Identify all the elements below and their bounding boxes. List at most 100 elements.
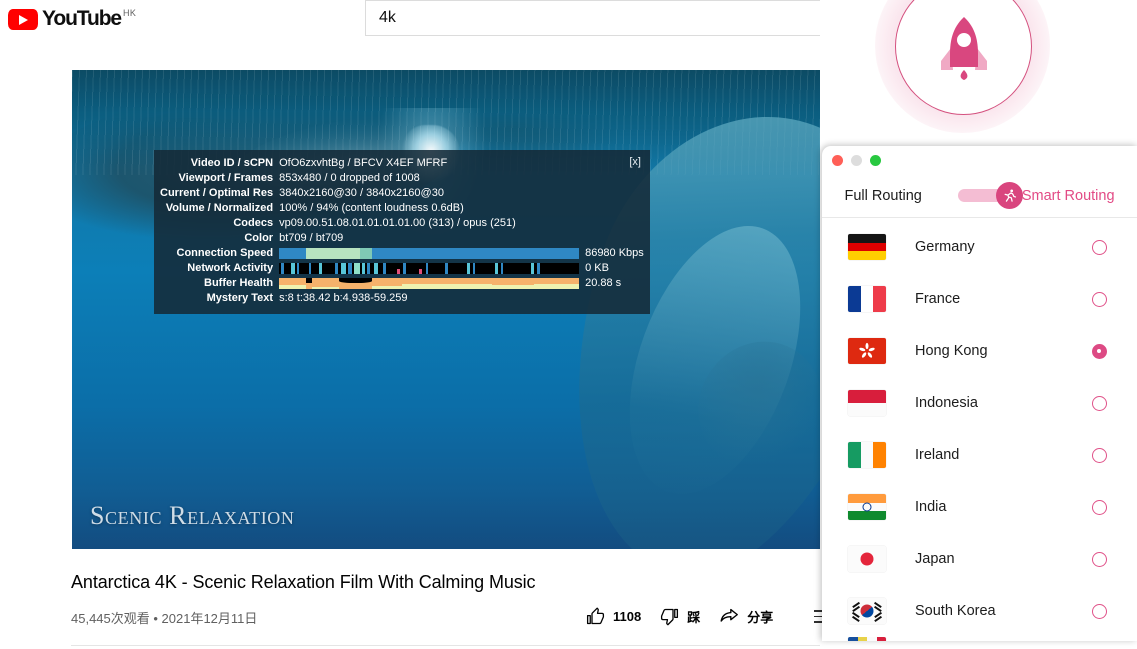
- stats-value: 853x480 / 0 dropped of 1008: [279, 171, 644, 186]
- routing-toggle[interactable]: [958, 189, 1014, 202]
- country-radio[interactable]: [1092, 552, 1107, 567]
- flag-india-icon: [848, 494, 886, 520]
- country-row-japan[interactable]: Japan: [822, 533, 1137, 585]
- stats-value: bt709 / bt709: [279, 231, 644, 246]
- flag-south-korea-icon: [848, 598, 886, 624]
- flag-hong-kong-icon: [848, 338, 886, 364]
- stats-row: Color bt709 / bt709: [160, 231, 644, 246]
- stats-row: Current / Optimal Res 3840x2160@30 / 384…: [160, 186, 644, 201]
- youtube-logo[interactable]: YouTube HK: [8, 8, 136, 32]
- flag-indonesia-icon: [848, 390, 886, 416]
- country-row-india[interactable]: India: [822, 481, 1137, 533]
- stats-label: Viewport / Frames: [160, 171, 279, 186]
- stats-row: Viewport / Frames 853x480 / 0 dropped of…: [160, 171, 644, 186]
- like-count: 1108: [613, 609, 641, 624]
- country-name: South Korea: [915, 603, 1092, 619]
- stats-value: 100% / 94% (content loudness 0.6dB): [279, 201, 644, 216]
- stats-graph-row: Buffer Health: [160, 276, 644, 291]
- dislike-button[interactable]: 踩: [659, 606, 700, 627]
- country-row-south-korea[interactable]: South Korea: [822, 585, 1137, 637]
- country-name: India: [915, 499, 1092, 515]
- vpn-app-window: Full Routing Smart Routing Germany: [822, 146, 1137, 641]
- country-name: Japan: [915, 551, 1092, 567]
- window-titlebar: [822, 146, 1137, 174]
- share-arrow-icon: [718, 605, 740, 627]
- share-button[interactable]: 分享: [718, 605, 773, 627]
- stats-label: Color: [160, 231, 279, 246]
- video-player[interactable]: Scenic Relaxation [x] Video ID / sCPN Of…: [72, 70, 820, 549]
- flag-japan-icon: [848, 546, 886, 572]
- buffer-health-value: 20.88 s: [585, 276, 621, 291]
- country-radio[interactable]: [1092, 396, 1107, 411]
- page-title: Antarctica 4K - Scenic Relaxation Film W…: [71, 572, 535, 593]
- buffer-health-label: Buffer Health: [160, 276, 279, 291]
- mystery-text-label: Mystery Text: [160, 291, 279, 306]
- youtube-logo-text: YouTube: [42, 8, 121, 30]
- network-activity-label: Network Activity: [160, 261, 279, 276]
- connection-speed-graph: [279, 248, 579, 259]
- flag-france-icon: [848, 286, 886, 312]
- country-list[interactable]: Germany France: [822, 218, 1137, 641]
- country-name: Germany: [915, 239, 1092, 255]
- stats-value: OfO6zxvhtBg / BFCV X4EF MFRF: [279, 156, 644, 171]
- stats-label: Video ID / sCPN: [160, 156, 279, 171]
- video-meta: 45,445次观看 • 2021年12月11日: [71, 608, 257, 627]
- stats-row: Codecs vp09.00.51.08.01.01.01.01.00 (313…: [160, 216, 644, 231]
- country-row-indonesia[interactable]: Indonesia: [822, 377, 1137, 429]
- like-button[interactable]: 1108: [585, 606, 641, 627]
- flag-partial-icon: [848, 637, 886, 641]
- search-input[interactable]: 4k: [365, 0, 835, 36]
- flag-germany-icon: [848, 234, 886, 260]
- mystery-text-value: s:8 t:38.42 b:4.938-59.259: [279, 291, 644, 306]
- maximize-window-button[interactable]: [870, 155, 881, 166]
- stats-for-nerds-panel[interactable]: [x] Video ID / sCPN OfO6zxvhtBg / BFCV X…: [154, 150, 650, 314]
- country-row-ireland[interactable]: Ireland: [822, 429, 1137, 481]
- country-name: France: [915, 291, 1092, 307]
- country-row-partial[interactable]: [822, 637, 1137, 641]
- buffer-health-graph: [279, 278, 579, 289]
- thumbs-up-icon: [585, 606, 606, 627]
- minimize-window-button[interactable]: [851, 155, 862, 166]
- stats-row: Volume / Normalized 100% / 94% (content …: [160, 201, 644, 216]
- connection-speed-label: Connection Speed: [160, 246, 279, 261]
- stats-graph-row: Connection Speed 86980 Kbps: [160, 246, 644, 261]
- stats-label: Codecs: [160, 216, 279, 231]
- stats-label: Current / Optimal Res: [160, 186, 279, 201]
- runner-icon: [1002, 188, 1017, 203]
- vpn-brand-banner: [820, 0, 1137, 146]
- country-radio[interactable]: [1092, 292, 1107, 307]
- stats-graph-row: Network Activity: [160, 261, 644, 276]
- country-radio[interactable]: [1092, 448, 1107, 463]
- connection-speed-value: 86980 Kbps: [585, 246, 644, 261]
- country-radio[interactable]: [1092, 240, 1107, 255]
- country-radio[interactable]: [1092, 604, 1107, 619]
- stats-row: Video ID / sCPN OfO6zxvhtBg / BFCV X4EF …: [160, 156, 644, 171]
- stats-table: Video ID / sCPN OfO6zxvhtBg / BFCV X4EF …: [160, 156, 644, 306]
- network-activity-graph: [279, 263, 579, 274]
- network-activity-value: 0 KB: [585, 261, 609, 276]
- routing-toggle-knob[interactable]: [996, 182, 1023, 209]
- full-routing-label[interactable]: Full Routing: [844, 188, 921, 204]
- country-radio[interactable]: [1092, 500, 1107, 515]
- video-watermark: Scenic Relaxation: [90, 501, 294, 531]
- stats-close-button[interactable]: [x]: [629, 155, 641, 170]
- country-row-hong-kong[interactable]: Hong Kong: [822, 325, 1137, 377]
- close-window-button[interactable]: [832, 155, 843, 166]
- content-divider: [71, 645, 820, 646]
- flag-ireland-icon: [848, 442, 886, 468]
- country-name: Ireland: [915, 447, 1092, 463]
- stats-label: Volume / Normalized: [160, 201, 279, 216]
- thumbs-down-icon: [659, 606, 680, 627]
- stats-value: 3840x2160@30 / 3840x2160@30: [279, 186, 644, 201]
- stats-row: Mystery Text s:8 t:38.42 b:4.938-59.259: [160, 291, 644, 306]
- youtube-play-icon: [8, 9, 38, 30]
- share-label: 分享: [747, 607, 773, 626]
- country-row-france[interactable]: France: [822, 273, 1137, 325]
- youtube-country-code: HK: [123, 9, 136, 18]
- video-action-bar: 1108 踩 分享: [585, 605, 773, 627]
- smart-routing-label[interactable]: Smart Routing: [1022, 188, 1115, 204]
- country-row-germany[interactable]: Germany: [822, 221, 1137, 273]
- search-input-value: 4k: [379, 9, 396, 27]
- dislike-label: 踩: [687, 607, 700, 626]
- country-radio-selected[interactable]: [1092, 344, 1107, 359]
